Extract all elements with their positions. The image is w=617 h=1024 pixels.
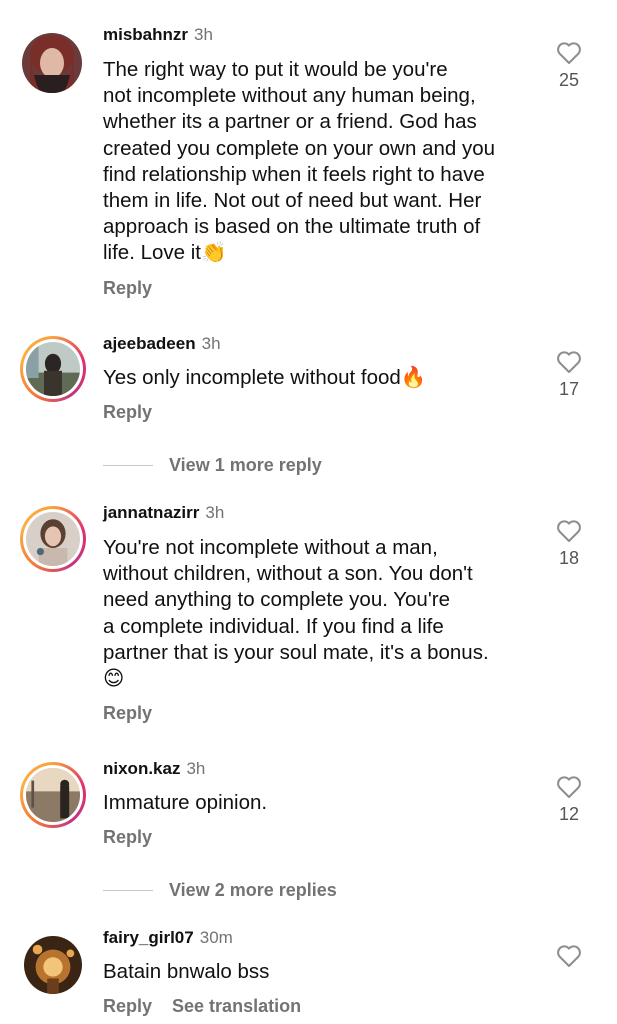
timestamp: 3h (201, 334, 221, 353)
like-count: 18 (558, 548, 580, 568)
heart-outline-icon[interactable] (552, 775, 586, 799)
comments-list: misbahnzr 3h The right way to put it woul… (0, 0, 617, 1024)
comment-text: The right way to put it would be you're … (103, 58, 496, 265)
heart-outline-icon[interactable] (552, 350, 586, 374)
timestamp: 3h (194, 25, 213, 44)
reply-button[interactable]: Reply (103, 402, 152, 422)
comment-text: Yes only incomplete without food🔥 (103, 366, 427, 389)
avatar[interactable] (20, 336, 86, 402)
like-count: 25 (558, 70, 580, 90)
reply-button[interactable]: Reply (103, 278, 152, 298)
heart-outline-icon[interactable] (552, 519, 586, 543)
avatar[interactable] (22, 33, 82, 93)
divider-line (103, 465, 153, 466)
username[interactable]: ajeebadeen (103, 334, 196, 353)
like-count: 17 (558, 379, 580, 399)
timestamp: 3h (186, 759, 206, 778)
timestamp: 3h (205, 503, 225, 522)
reply-button[interactable]: Reply (103, 827, 152, 847)
view-more-label: View 1 more reply (169, 455, 322, 475)
heart-outline-icon[interactable] (552, 41, 586, 65)
like-count: 12 (558, 804, 580, 824)
view-more-replies-button[interactable]: View 1 more reply (103, 455, 322, 476)
view-more-replies-button[interactable]: View 2 more replies (103, 880, 337, 901)
username[interactable]: misbahnzr (103, 25, 188, 44)
username[interactable]: jannatnazirr (103, 503, 199, 522)
reply-button[interactable]: Reply (103, 996, 152, 1016)
heart-outline-icon[interactable] (552, 944, 586, 968)
avatar[interactable] (24, 936, 82, 994)
reply-button[interactable]: Reply (103, 703, 152, 723)
avatar[interactable] (20, 506, 86, 572)
timestamp: 30m (199, 928, 233, 947)
comment-text: Immature opinion. (103, 791, 268, 814)
username[interactable]: nixon.kaz (103, 759, 180, 778)
see-translation-button[interactable]: See translation (172, 996, 301, 1016)
comment-text: Batain bnwalo bss (103, 960, 270, 983)
avatar[interactable] (20, 762, 86, 828)
username[interactable]: fairy_girl07 (103, 928, 194, 947)
view-more-label: View 2 more replies (169, 880, 337, 900)
comment-text: You're not incomplete without a man, wit… (103, 536, 489, 691)
divider-line (103, 890, 153, 891)
